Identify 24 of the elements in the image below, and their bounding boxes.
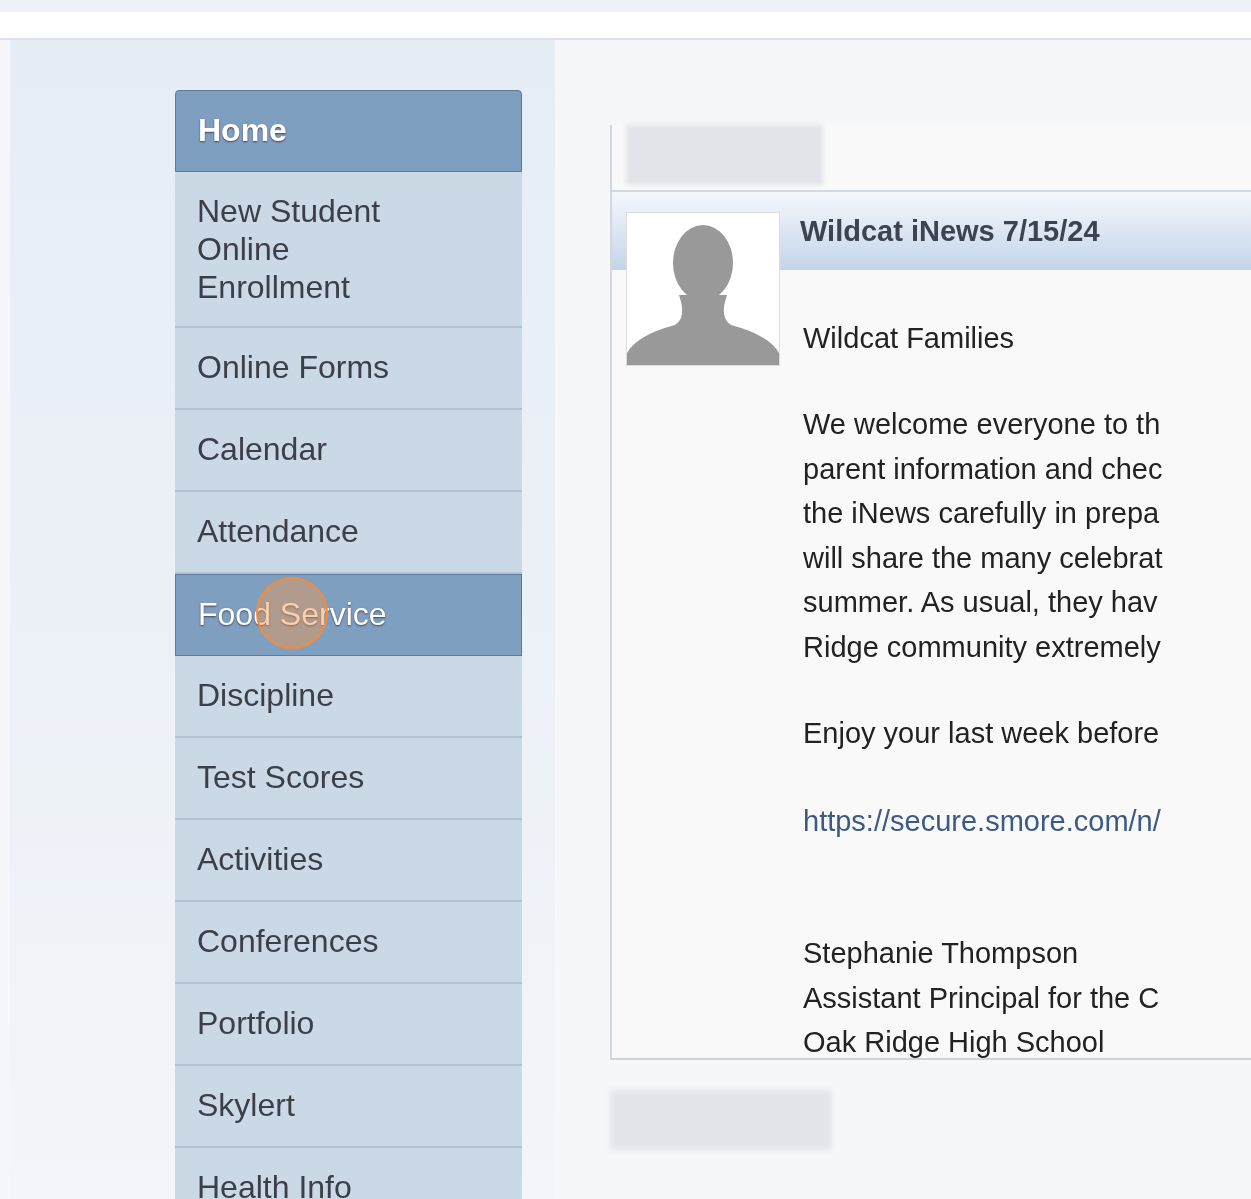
menu-item[interactable]: Activities <box>175 820 522 902</box>
signature-line: Stephanie Thompson <box>803 936 1080 971</box>
signature-line: Assistant Principal for the C <box>803 980 1161 1016</box>
signature-line: Oak Ridge High School <box>803 1025 1106 1060</box>
menu-item[interactable]: Online Forms <box>175 328 522 410</box>
greeting-text: Wildcat Families <box>803 321 1016 356</box>
body-text-line: parent information and chec <box>803 451 1164 487</box>
body-text-line: will share the many celebrat <box>803 540 1164 576</box>
menu-item[interactable]: Skylert <box>175 1066 522 1148</box>
article-link[interactable]: https://secure.smore.com/n/ <box>803 799 1251 843</box>
menu-item[interactable]: Calendar <box>175 410 522 492</box>
message-title: Wildcat iNews 7/15/24 <box>800 214 1100 248</box>
body-text-line: We welcome everyone to th <box>803 407 1162 442</box>
menu-item[interactable]: Health Info <box>175 1148 522 1199</box>
menu-item[interactable]: Discipline <box>175 656 522 738</box>
menu-item[interactable]: Conferences <box>175 902 522 984</box>
menu-item[interactable]: Attendance <box>175 492 522 574</box>
body-text-line: the iNews carefully in prepa <box>803 496 1161 531</box>
menu-item[interactable]: Portfolio <box>175 984 522 1066</box>
body-text-line: summer. As usual, they hav <box>803 585 1159 620</box>
menu-item[interactable]: New Student Online Enrollment <box>175 172 522 328</box>
closing-text: Enjoy your last week before <box>803 716 1161 751</box>
menu-item[interactable]: Test Scores <box>175 738 522 820</box>
body-text-line: Ridge community extremely <box>803 629 1162 665</box>
